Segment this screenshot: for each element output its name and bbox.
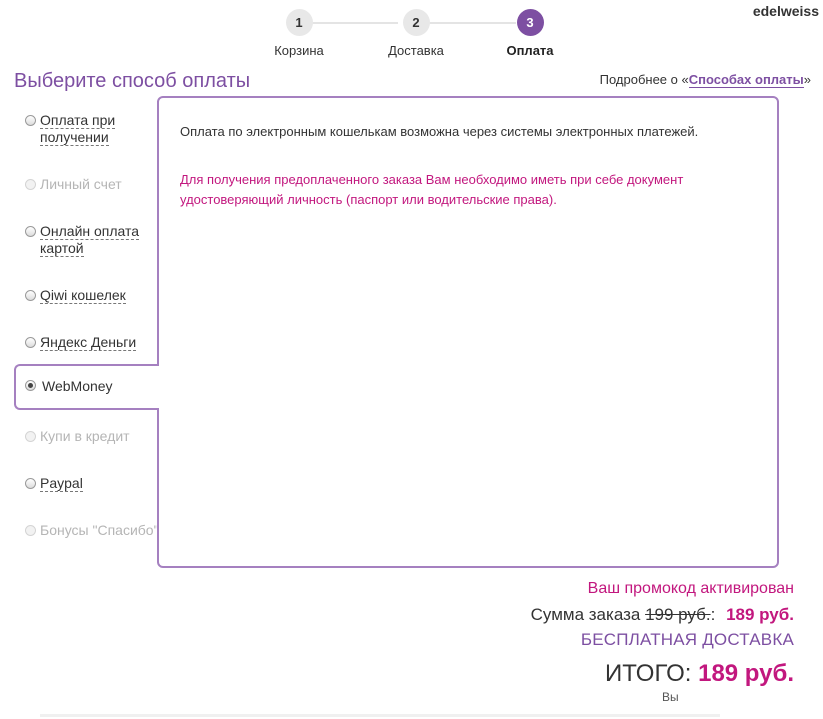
step-label: Оплата	[506, 43, 554, 58]
radio-button[interactable]	[25, 290, 36, 301]
method-cash-on-delivery[interactable]: Оплата при получении	[14, 112, 159, 146]
method-label[interactable]: Яндекс Деньги	[40, 334, 137, 351]
step-payment: 3 Оплата	[480, 9, 580, 58]
payment-warning-text: Для получения предоплаченного заказа Вам…	[180, 172, 684, 207]
divider	[40, 714, 720, 717]
method-label[interactable]: WebMoney	[42, 378, 113, 394]
payment-info-text: Оплата по электронным кошелькам возможна…	[180, 124, 699, 139]
old-price: 199 руб.	[645, 605, 711, 624]
username[interactable]: edelweiss	[753, 3, 819, 19]
method-label[interactable]: Оплата при получении	[40, 112, 116, 146]
method-paypal[interactable]: Paypal	[14, 475, 159, 492]
method-online-card[interactable]: Онлайн оплата картой	[14, 223, 159, 257]
method-credit: Купи в кредит	[14, 428, 159, 445]
payment-info-panel: Оплата по электронным кошелькам возможна…	[157, 96, 779, 568]
more-info-prefix: Подробнее о «	[599, 72, 689, 87]
more-info: Подробнее о «Способах оплаты»	[599, 72, 811, 88]
order-sum: Сумма заказа 199 руб.: 189 руб.	[531, 605, 794, 625]
new-price: 189 руб.	[726, 605, 794, 624]
method-personal-account: Личный счет	[14, 176, 159, 193]
step-label: Корзина	[274, 43, 324, 58]
free-delivery-label: БЕСПЛАТНАЯ ДОСТАВКА	[580, 630, 794, 649]
checkout-stepper: 1 Корзина 2 Доставка 3 Оплата	[258, 9, 578, 69]
step-number: 3	[516, 9, 544, 36]
method-qiwi[interactable]: Qiwi кошелек	[14, 287, 159, 304]
radio-button	[25, 179, 36, 190]
order-total: ИТОГО: 189 руб.	[605, 660, 794, 688]
page-title: Выберите способ оплаты	[14, 70, 251, 92]
radio-button[interactable]	[25, 478, 36, 489]
method-spasibo-bonus: Бонусы "Спасибо"	[14, 522, 159, 539]
radio-button-selected[interactable]	[25, 380, 36, 391]
radio-button	[25, 525, 36, 536]
radio-button[interactable]	[25, 115, 36, 126]
total-amount: 189 руб.	[698, 660, 794, 687]
more-info-suffix: »	[803, 72, 811, 87]
payment-methods-link[interactable]: Способах оплаты	[688, 72, 804, 88]
sum-label: Сумма заказа	[530, 605, 641, 624]
step-number: 1	[285, 9, 313, 36]
method-label[interactable]: Онлайн оплата картой	[40, 223, 140, 257]
method-label: Личный счет	[40, 176, 122, 192]
method-label[interactable]: Qiwi кошелек	[40, 287, 126, 304]
step-delivery[interactable]: 2 Доставка	[366, 9, 466, 58]
sum-colon: :	[710, 605, 716, 624]
step-number: 2	[402, 9, 430, 36]
radio-button[interactable]	[25, 337, 36, 348]
step-label: Доставка	[388, 43, 444, 58]
cutoff-text: Вы	[662, 690, 679, 704]
method-label[interactable]: Paypal	[40, 475, 83, 492]
promo-status: Ваш промокод активирован	[587, 580, 794, 597]
method-label: Купи в кредит	[40, 428, 130, 444]
radio-button	[25, 431, 36, 442]
method-label: Бонусы "Спасибо"	[40, 522, 159, 538]
step-cart[interactable]: 1 Корзина	[249, 9, 349, 58]
radio-button[interactable]	[25, 226, 36, 237]
total-label: ИТОГО:	[604, 660, 692, 687]
method-yandex-money[interactable]: Яндекс Деньги	[14, 334, 159, 351]
method-webmoney[interactable]: WebMoney	[14, 364, 159, 410]
